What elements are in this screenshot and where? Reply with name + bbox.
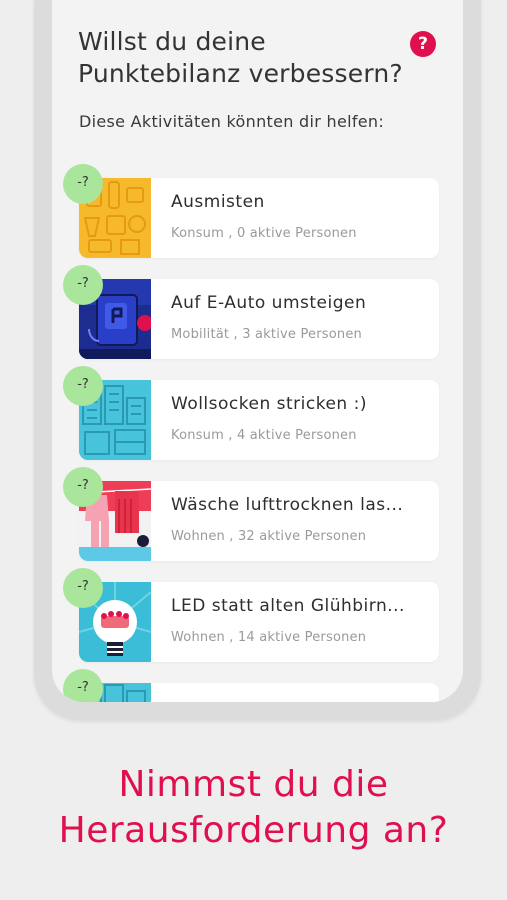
activity-meta: Wohnen , 14 aktive Personen	[171, 630, 367, 645]
activity-meta: Konsum , 0 aktive Personen	[171, 226, 357, 241]
activity-card-e-auto[interactable]: Auf E-Auto umsteigen Mobilität , 3 aktiv…	[79, 279, 439, 359]
activity-card-partial[interactable]	[79, 683, 439, 702]
points-badge: -?	[63, 366, 103, 406]
activity-meta: Konsum , 4 aktive Personen	[171, 428, 357, 443]
activity-meta: Mobilität , 3 aktive Personen	[171, 327, 362, 342]
activity-title: LED statt alten Glühbirn...	[171, 596, 405, 616]
points-badge: -?	[63, 164, 103, 204]
points-badge: -?	[63, 467, 103, 507]
challenge-headline-line-1: Nimmst du die	[118, 764, 389, 805]
points-badge: -?	[63, 265, 103, 305]
activity-title: Ausmisten	[171, 192, 265, 212]
activity-card-wollsocken[interactable]: Wollsocken stricken :) Konsum , 4 aktive…	[79, 380, 439, 460]
activity-title: Wäsche lufttrocknen las...	[171, 495, 404, 515]
activity-title: Auf E-Auto umsteigen	[171, 293, 367, 313]
activity-card-waesche[interactable]: Wäsche lufttrocknen las... Wohnen , 32 a…	[79, 481, 439, 561]
activity-card-ausmisten[interactable]: Ausmisten Konsum , 0 aktive Personen	[79, 178, 439, 258]
activity-list: Ausmisten Konsum , 0 aktive Personen Auf…	[52, 0, 463, 702]
activity-title: Wollsocken stricken :)	[171, 394, 367, 414]
challenge-headline-line-2: Herausforderung an?	[58, 810, 449, 851]
app-screen: Willst du deine Punktebilanz verbessern?…	[52, 0, 463, 702]
points-badge: -?	[63, 669, 103, 702]
challenge-headline: Nimmst du die Herausforderung an?	[0, 762, 507, 854]
points-badge: -?	[63, 568, 103, 608]
activity-meta: Wohnen , 32 aktive Personen	[171, 529, 367, 544]
activity-card-led[interactable]: LED statt alten Glühbirn... Wohnen , 14 …	[79, 582, 439, 662]
